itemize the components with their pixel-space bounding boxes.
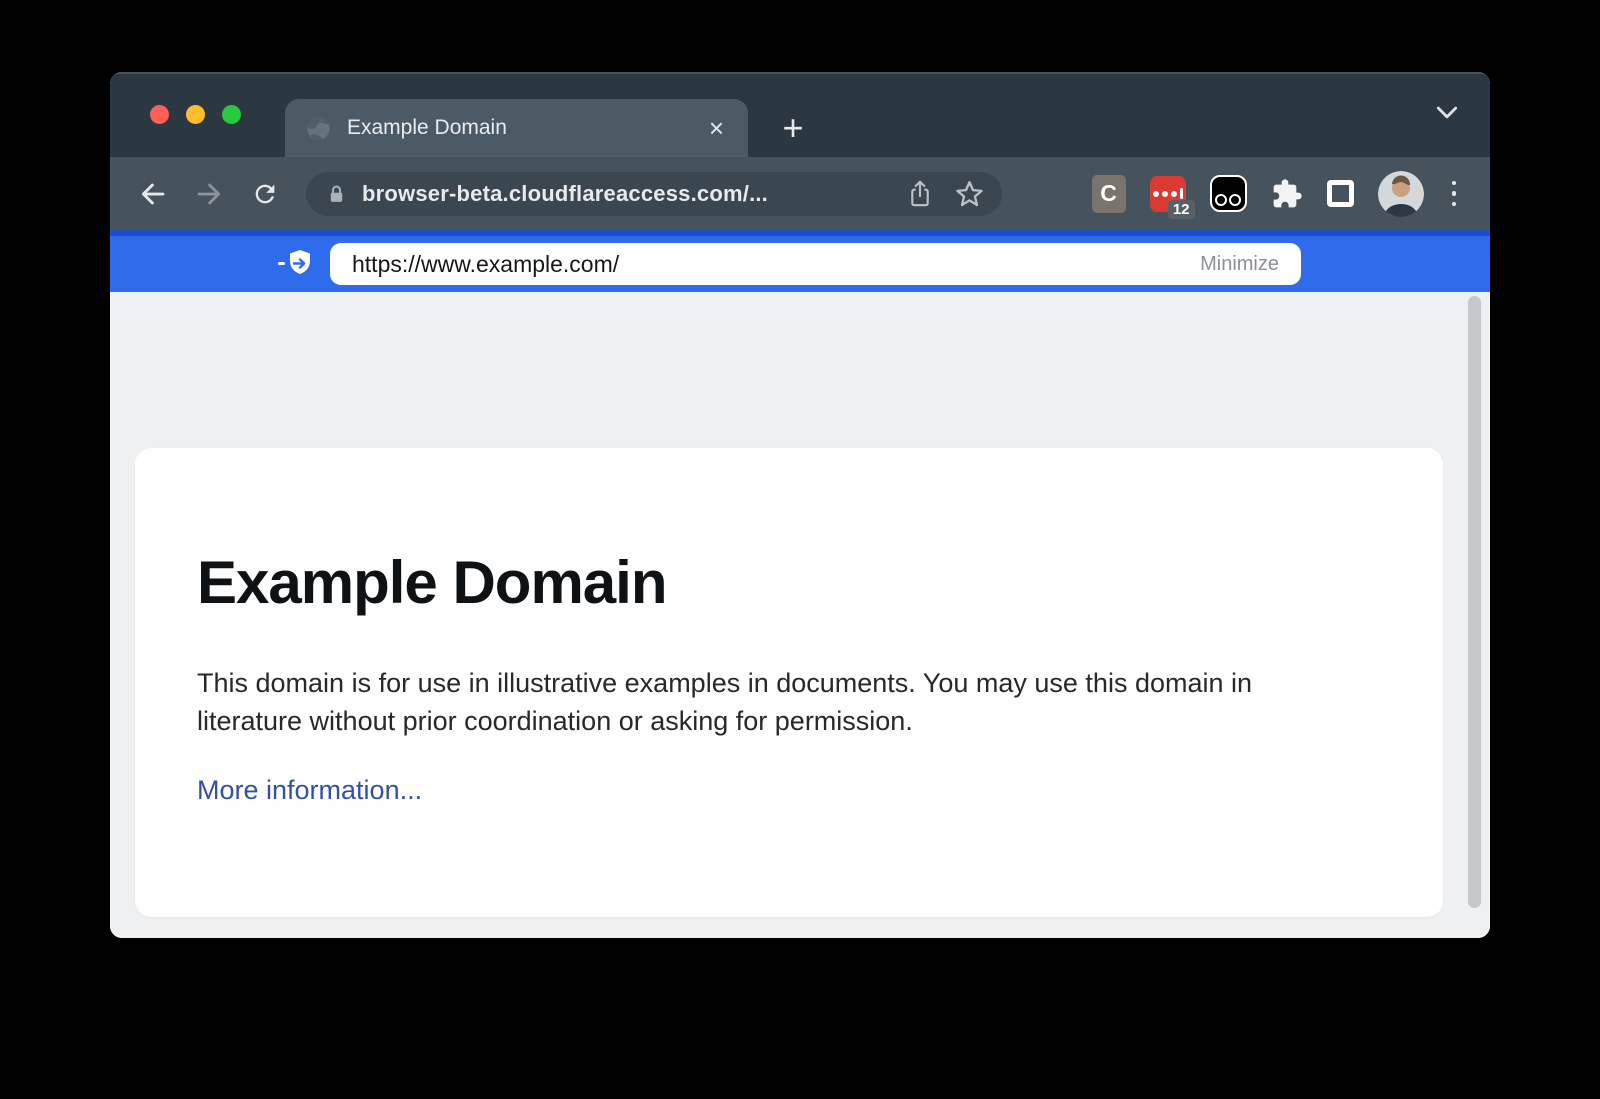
zoom-window-button[interactable] [222, 105, 241, 124]
extension-c-icon[interactable]: C [1092, 175, 1126, 213]
address-bar[interactable]: browser-beta.cloudflareaccess.com/... [306, 172, 1002, 216]
bookmark-star-icon[interactable] [955, 179, 984, 208]
extension-badge: 12 [1168, 200, 1195, 219]
more-information-link[interactable]: More information... [197, 775, 422, 806]
isolation-url-text[interactable]: https://www.example.com/ [352, 251, 1200, 278]
isolation-bar: https://www.example.com/ Minimize [110, 230, 1490, 292]
reload-icon[interactable] [244, 173, 286, 215]
extensions-area: C 12 [1092, 171, 1461, 217]
example-domain-card: Example Domain This domain is for use in… [135, 448, 1443, 917]
tab-title: Example Domain [347, 116, 705, 140]
address-bar-url[interactable]: browser-beta.cloudflareaccess.com/... [362, 181, 885, 207]
traffic-lights [150, 72, 241, 157]
page-title: Example Domain [197, 548, 1381, 617]
forward-icon[interactable] [188, 173, 230, 215]
profile-avatar[interactable] [1378, 171, 1424, 217]
new-tab-button[interactable]: + [764, 99, 822, 157]
minimize-button[interactable]: Minimize [1200, 253, 1279, 276]
scrollbar-thumb[interactable] [1468, 296, 1481, 908]
side-panel-icon[interactable] [1327, 180, 1354, 207]
puzzle-extensions-icon[interactable] [1271, 178, 1303, 210]
browser-toolbar: browser-beta.cloudflareaccess.com/... C … [110, 157, 1490, 230]
minimize-window-button[interactable] [186, 105, 205, 124]
tab-close-icon[interactable]: × [705, 115, 728, 141]
back-icon[interactable] [132, 173, 174, 215]
page-paragraph: This domain is for use in illustrative e… [197, 665, 1347, 741]
kebab-menu-icon[interactable] [1448, 177, 1461, 211]
tab-example-domain[interactable]: Example Domain × [285, 99, 748, 157]
lock-icon[interactable] [326, 182, 347, 206]
close-window-button[interactable] [150, 105, 169, 124]
share-icon[interactable] [907, 179, 933, 209]
isolation-shield-icon [278, 249, 314, 279]
tab-strip: Example Domain × + [110, 72, 1490, 157]
browser-window: Example Domain × + [110, 72, 1490, 938]
extension-goggles-icon[interactable] [1210, 175, 1247, 212]
globe-favicon-icon [305, 115, 332, 142]
extension-password-icon[interactable]: 12 [1150, 176, 1186, 212]
page-viewport: Example Domain This domain is for use in… [110, 292, 1490, 938]
chevron-down-icon[interactable] [1434, 101, 1460, 128]
isolation-url-input[interactable]: https://www.example.com/ Minimize [330, 243, 1301, 285]
